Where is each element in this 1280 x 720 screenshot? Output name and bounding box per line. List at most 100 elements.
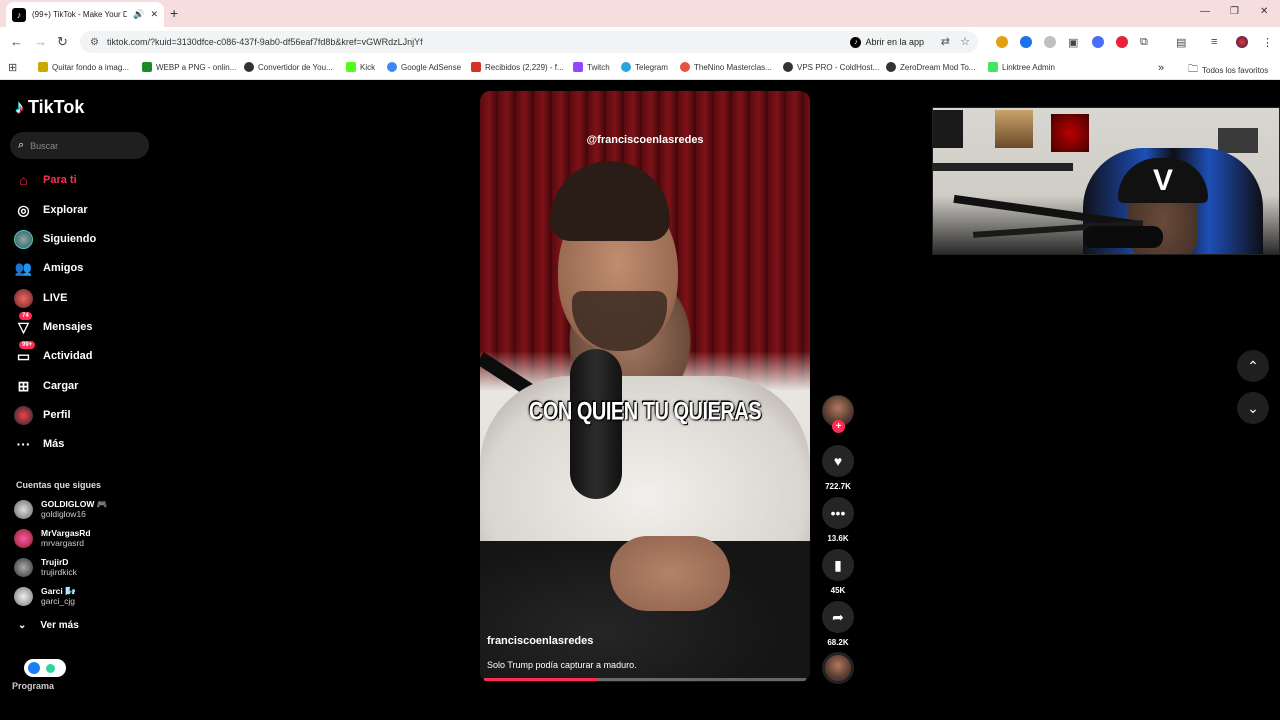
- restore-window-button[interactable]: ❐: [1230, 6, 1239, 17]
- reading-list-icon[interactable]: ≡: [1211, 36, 1217, 48]
- program-widget[interactable]: Programa: [12, 659, 66, 691]
- adblock-extension-icon[interactable]: [1116, 36, 1128, 48]
- bookmark-item[interactable]: VPS PRO - ColdHost...: [783, 62, 879, 72]
- close-tab-icon[interactable]: ✕: [150, 9, 158, 20]
- bookmark-item[interactable]: Telegram: [621, 62, 668, 72]
- like-action[interactable]: ♥ 722.7K: [822, 445, 854, 491]
- nav-item-siguiendo[interactable]: Siguiendo: [14, 229, 96, 249]
- forward-button[interactable]: →: [34, 34, 47, 49]
- reload-button[interactable]: ↻: [57, 34, 68, 50]
- nav-item-para-ti[interactable]: ⌂ Para ti: [14, 170, 76, 190]
- all-bookmarks-folder[interactable]: 🗀 Todos los favoritos: [1188, 62, 1268, 79]
- search-icon: ⌕: [18, 139, 25, 151]
- bookmark-item[interactable]: Convertidor de You...: [244, 62, 333, 72]
- following-account[interactable]: TrujirD trujirdkick: [14, 557, 77, 577]
- account-name: TrujirD: [41, 557, 69, 567]
- nav-item-cargar[interactable]: ⊞ Cargar: [14, 376, 79, 396]
- video-author[interactable]: franciscoenlasredes: [487, 635, 593, 647]
- profile-avatar-icon[interactable]: [1236, 36, 1248, 48]
- bookmark-item[interactable]: Twitch: [573, 62, 610, 72]
- bookmark-item[interactable]: Kick: [346, 62, 375, 72]
- search-input[interactable]: [30, 140, 131, 151]
- bookmark-label: Linktree Admin: [1002, 62, 1055, 72]
- bookmark-favicon-icon: [471, 62, 481, 72]
- bookmark-label: Google AdSense: [401, 62, 462, 72]
- account-name: Garci 🌬️: [41, 586, 76, 596]
- save-action[interactable]: ▮ 45K: [822, 549, 854, 595]
- video-player[interactable]: @franciscoenlasredes CON QUIEN TU QUIERA…: [480, 91, 810, 682]
- browser-tab[interactable]: ♪ (99+) TikTok - Make Your Day 🔊 ✕: [6, 2, 164, 27]
- nav-item-amigos[interactable]: 👥 Amigos: [14, 258, 84, 278]
- account-handle: trujirdkick: [41, 567, 77, 577]
- comment-action[interactable]: ••• 13.6K: [822, 497, 854, 543]
- share-arrow-icon[interactable]: ➦: [822, 601, 854, 633]
- bookmark-icon[interactable]: ▮: [822, 549, 854, 581]
- share-action[interactable]: ➦ 68.2K: [822, 601, 854, 647]
- open-in-app-button[interactable]: ♪ Abrir en la app: [850, 34, 924, 50]
- previous-video-button[interactable]: ⌃: [1237, 350, 1269, 382]
- site-info-icon[interactable]: ⚙: [90, 37, 99, 48]
- address-bar[interactable]: ⚙ tiktok.com/?kuid=3130dfce-c086-437f-9a…: [80, 31, 978, 53]
- bookmark-star-icon[interactable]: ☆: [960, 35, 970, 48]
- back-button[interactable]: ←: [10, 34, 23, 49]
- bookmark-item[interactable]: Recibidos (2,229) - f...: [471, 62, 564, 72]
- tiktok-logo[interactable]: ♪ TikTok: [15, 97, 84, 118]
- sound-disc-avatar[interactable]: [822, 652, 854, 684]
- url-text: tiktok.com/?kuid=3130dfce-c086-437f-9ab0…: [106, 37, 423, 47]
- account-name: GOLDIGLOW 🎮: [41, 499, 108, 509]
- bookmark-favicon-icon: [680, 62, 690, 72]
- extension-4-icon[interactable]: ▣: [1068, 36, 1078, 49]
- bookmark-favicon-icon: [621, 62, 631, 72]
- bookmark-item[interactable]: Google AdSense: [387, 62, 461, 72]
- following-account[interactable]: GOLDIGLOW 🎮 goldiglow16: [14, 499, 107, 519]
- close-window-button[interactable]: ✕: [1260, 6, 1268, 17]
- minimize-window-button[interactable]: —: [1200, 6, 1210, 17]
- video-caption-overlay: CON QUIEN TU QUIERAS: [528, 398, 762, 426]
- video-progress-bar[interactable]: [484, 678, 806, 681]
- see-more-label: Ver más: [40, 620, 79, 631]
- avatar: [14, 557, 33, 577]
- bookmark-item[interactable]: TheNino Masterclas...: [680, 62, 772, 72]
- next-video-button[interactable]: ⌄: [1237, 392, 1269, 424]
- translate-icon[interactable]: ⇄: [941, 35, 950, 48]
- account-handle: goldiglow16: [41, 509, 86, 519]
- following-account[interactable]: Garci 🌬️ garci_cjg: [14, 586, 76, 606]
- heart-icon[interactable]: ♥: [822, 445, 854, 477]
- comment-count: 13.6K: [827, 534, 849, 543]
- extension-2-icon[interactable]: [1020, 36, 1032, 48]
- bookmark-item[interactable]: Quitar fondo a imag...: [38, 62, 129, 72]
- tiktok-app-icon: ♪: [850, 36, 862, 48]
- video-description: Solo Trump podía capturar a maduro.: [487, 660, 637, 670]
- see-more-button[interactable]: ⌄ Ver más: [18, 620, 79, 631]
- nav-item-mas[interactable]: ··· Más: [14, 434, 65, 454]
- search-box[interactable]: ⌕: [10, 132, 149, 159]
- bookmark-item[interactable]: ZeroDream Mod To...: [886, 62, 975, 72]
- side-panel-icon[interactable]: ▤: [1176, 36, 1186, 49]
- extension-5-icon[interactable]: [1092, 36, 1104, 48]
- bookmark-item[interactable]: Linktree Admin: [988, 62, 1055, 72]
- folder-icon: 🗀: [1188, 64, 1198, 75]
- nav-item-actividad[interactable]: ▭ 99+ Actividad: [14, 340, 93, 366]
- bookmark-favicon-icon: [886, 62, 896, 72]
- extensions-puzzle-icon[interactable]: ⧉: [1140, 36, 1148, 49]
- apps-grid-icon[interactable]: ⊞: [8, 61, 17, 74]
- bookmark-item[interactable]: WEBP a PNG - onlin...: [142, 62, 236, 72]
- nav-item-live[interactable]: LIVE: [14, 288, 67, 308]
- program-toggle[interactable]: [24, 659, 66, 677]
- more-bookmarks-chevron-icon[interactable]: »: [1158, 62, 1164, 74]
- nav-item-mensajes[interactable]: ▽ 74 Mensajes: [14, 311, 93, 337]
- following-account[interactable]: MrVargasRd mrvargasrd: [14, 528, 91, 548]
- compass-icon: ◎: [17, 201, 30, 218]
- new-tab-button[interactable]: +: [170, 5, 178, 21]
- extension-1-icon[interactable]: [996, 36, 1008, 48]
- chevron-down-icon: ⌄: [18, 620, 27, 631]
- program-label: Programa: [12, 681, 55, 691]
- nav-item-explorar[interactable]: ◎ Explorar: [14, 200, 87, 220]
- video-watermark-handle: @franciscoenlasredes: [586, 134, 704, 146]
- browser-menu-icon[interactable]: ⋮: [1262, 36, 1273, 49]
- comment-icon[interactable]: •••: [822, 497, 854, 529]
- extension-3-icon[interactable]: [1044, 36, 1056, 48]
- audio-playing-icon[interactable]: 🔊: [133, 9, 144, 20]
- follow-plus-icon[interactable]: +: [832, 420, 845, 433]
- nav-item-perfil[interactable]: Perfil: [14, 405, 71, 425]
